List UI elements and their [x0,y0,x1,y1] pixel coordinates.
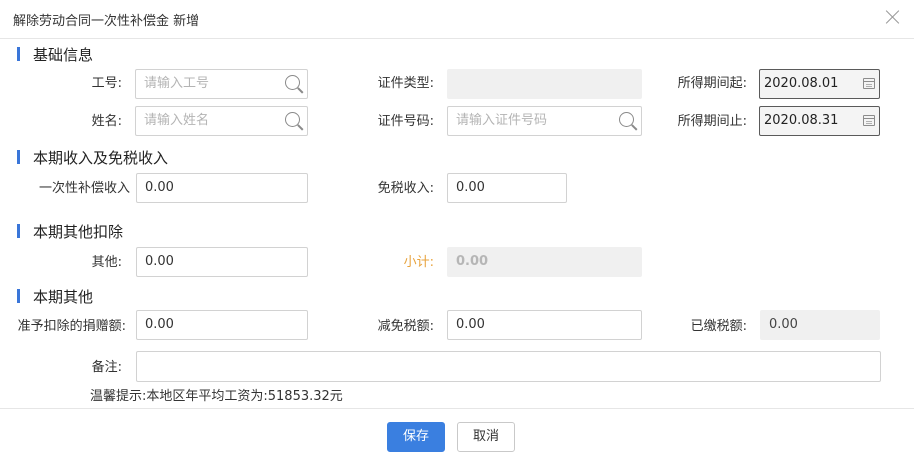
period-end-label: 所得期间止: [677,114,747,129]
section-marker [17,150,20,164]
section-marker [17,289,20,303]
lump-sum-input[interactable]: 0.00 [136,173,308,203]
dialog-header: 解除劳动合同一次性补偿金 新增 [0,0,914,39]
period-start-label: 所得期间起: [677,76,747,91]
id-no-label: 证件号码: [377,114,434,129]
calendar-icon[interactable] [863,78,875,89]
tax-paid-label: 已缴税额: [690,319,747,334]
cancel-button[interactable]: 取消 [457,422,515,452]
dialog-footer: 保存 取消 [0,408,914,466]
id-type-label: 证件类型: [377,76,434,91]
period-end-input[interactable]: 2020.08.31 [759,106,880,136]
id-no-input[interactable]: 请输入证件号码 [447,106,642,136]
section-marker [17,224,20,238]
emp-no-input[interactable]: 请输入工号 [135,69,308,99]
tip-text: 温馨提示:本地区年平均工资为:51853.32元 [90,389,343,404]
search-icon[interactable] [284,111,304,131]
remark-input[interactable] [136,351,881,382]
id-type-select[interactable] [447,69,642,99]
calendar-icon[interactable] [863,115,875,126]
section-title: 本期其他 [33,288,94,306]
subtotal-label: 小计: [403,255,434,270]
tax-reduction-label: 减免税额: [377,319,434,334]
donation-input[interactable]: 0.00 [136,310,308,340]
donation-label: 准予扣除的捐赠额: [17,319,126,334]
other-deduction-label: 其他: [91,255,122,270]
name-label: 姓名: [91,114,122,129]
search-icon[interactable] [284,74,304,94]
tax-free-input[interactable]: 0.00 [447,173,567,203]
search-icon[interactable] [618,111,638,131]
section-marker [17,47,20,61]
section-title: 基础信息 [33,46,94,64]
close-icon[interactable] [884,8,902,26]
remark-label: 备注: [91,360,122,375]
tax-reduction-input[interactable]: 0.00 [447,310,642,340]
section-title: 本期其他扣除 [33,223,124,241]
name-input[interactable]: 请输入姓名 [135,106,308,136]
subtotal-value: 0.00 [447,247,642,277]
tax-paid-value: 0.00 [760,310,880,340]
section-title: 本期收入及免税收入 [33,149,169,167]
save-button[interactable]: 保存 [387,422,445,452]
emp-no-label: 工号: [91,76,122,91]
period-start-input[interactable]: 2020.08.01 [759,69,880,99]
other-deduction-input[interactable]: 0.00 [136,247,308,277]
dialog-title: 解除劳动合同一次性补偿金 新增 [13,14,200,29]
tax-free-label: 免税收入: [377,181,434,196]
lump-sum-label: 一次性补偿收入 [38,181,130,196]
